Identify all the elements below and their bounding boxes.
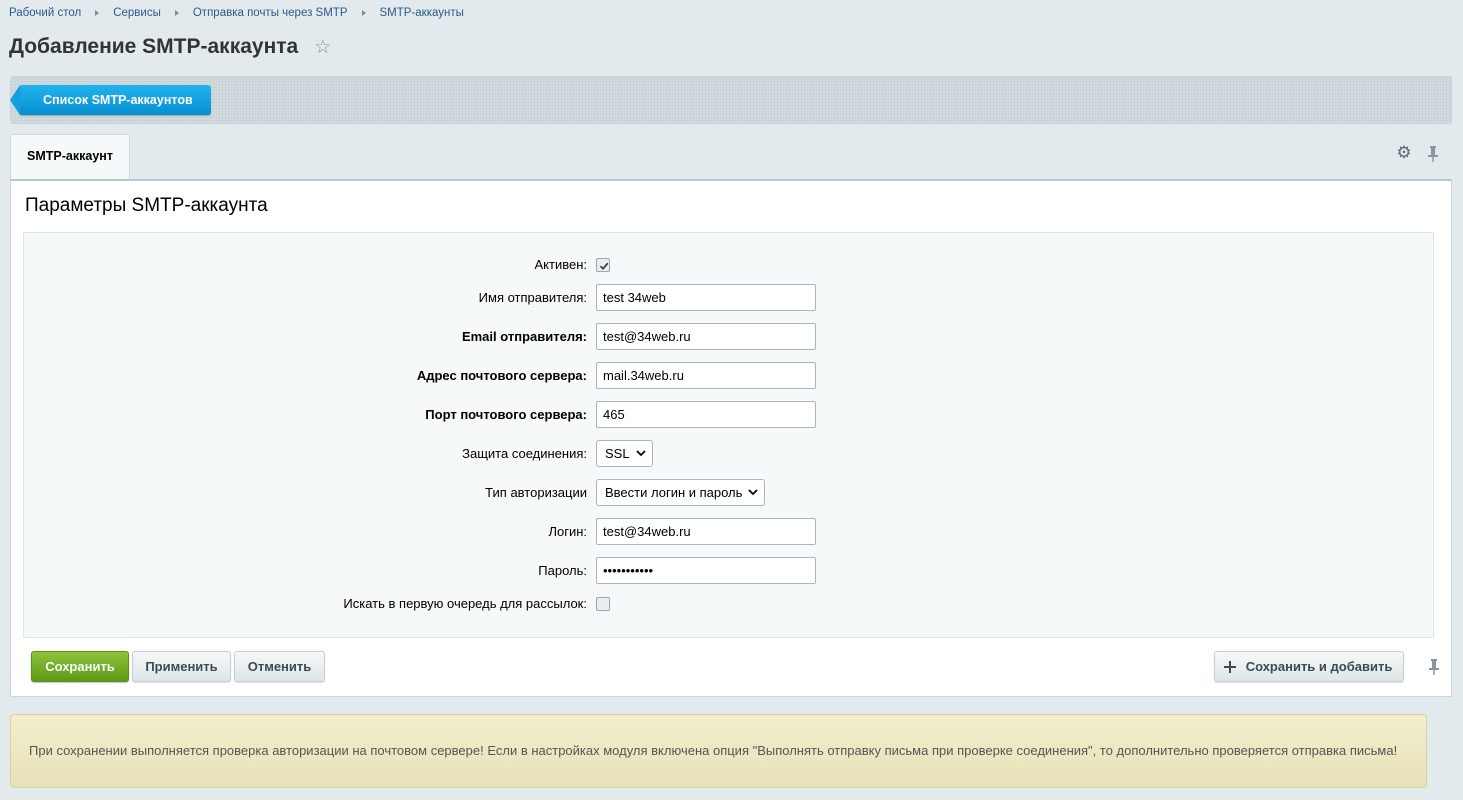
breadcrumb-separator-icon	[361, 10, 366, 16]
row-sender-name: Имя отправителя:	[24, 284, 1433, 312]
server-address-label: Адрес почтового сервера:	[416, 368, 587, 383]
sender-email-label: Email отправителя:	[461, 329, 587, 344]
notice-text: При сохранении выполняется проверка авто…	[29, 743, 1398, 758]
section-title: Параметры SMTP-аккаунта	[25, 195, 268, 216]
tabs-bar: SMTP-аккаунт ⚙	[10, 133, 1452, 180]
breadcrumb-item-smtp-sending[interactable]: Отправка почты через SMTP	[193, 7, 348, 19]
gear-icon[interactable]: ⚙	[1396, 144, 1412, 161]
server-port-input[interactable]	[596, 401, 816, 428]
pin-icon[interactable]	[1427, 658, 1441, 681]
active-checkbox[interactable]	[596, 258, 610, 272]
row-auth-type: Тип авторизации Ввести логин и пароль	[24, 479, 1433, 507]
security-select[interactable]: SSL	[596, 440, 653, 467]
tab-smtp-account[interactable]: SMTP-аккаунт	[10, 134, 130, 180]
breadcrumb-item-smtp-accounts[interactable]: SMTP-аккаунты	[380, 7, 464, 19]
server-port-label: Порт почтового сервера:	[425, 407, 587, 422]
row-active: Активен:	[24, 251, 1433, 279]
breadcrumb-separator-icon	[174, 10, 179, 16]
form-area: Активен: Имя отправителя: Email отправит…	[23, 232, 1434, 638]
active-label: Активен:	[534, 257, 587, 272]
context-toolbar: Список SMTP-аккаунтов	[10, 76, 1452, 124]
chevron-down-icon	[635, 450, 646, 457]
sender-name-input[interactable]	[596, 284, 816, 311]
breadcrumb-item-services[interactable]: Сервисы	[113, 7, 161, 19]
server-address-input[interactable]	[596, 362, 816, 389]
priority-label: Искать в первую очередь для рассылок:	[343, 596, 587, 611]
breadcrumb-separator-icon	[95, 10, 100, 16]
password-label: Пароль:	[538, 563, 587, 578]
save-button[interactable]: Сохранить	[31, 651, 129, 682]
password-input[interactable]	[596, 557, 816, 584]
form-buttons: Сохранить Применить Отменить Сохранить и…	[31, 651, 1441, 683]
plus-icon	[1224, 661, 1236, 673]
breadcrumb-item-desktop[interactable]: Рабочий стол	[9, 7, 81, 19]
edit-panel: Параметры SMTP-аккаунта Активен: Имя отп…	[10, 179, 1452, 697]
auth-type-select-value: Ввести логин и пароль	[605, 485, 743, 500]
notice-box: При сохранении выполняется проверка авто…	[10, 714, 1427, 788]
security-label: Защита соединения:	[462, 446, 587, 461]
priority-checkbox[interactable]	[596, 597, 610, 611]
save-and-add-label: Сохранить и добавить	[1245, 659, 1393, 674]
row-security: Защита соединения: SSL	[24, 440, 1433, 468]
auth-type-select[interactable]: Ввести логин и пароль	[596, 479, 766, 506]
cancel-button[interactable]: Отменить	[234, 651, 325, 682]
row-priority: Искать в первую очередь для рассылок:	[24, 590, 1433, 618]
row-sender-email: Email отправителя:	[24, 323, 1433, 351]
check-icon	[599, 262, 609, 270]
row-password: Пароль:	[24, 557, 1433, 585]
page-title-row: Добавление SMTP-аккаунта ☆	[9, 35, 331, 59]
apply-button[interactable]: Применить	[132, 651, 231, 682]
sender-email-input[interactable]	[596, 323, 816, 350]
security-select-value: SSL	[605, 446, 630, 461]
row-server-port: Порт почтового сервера:	[24, 401, 1433, 429]
save-and-add-button[interactable]: Сохранить и добавить	[1214, 651, 1404, 682]
row-login: Логин:	[24, 518, 1433, 546]
sender-name-label: Имя отправителя:	[478, 290, 587, 305]
row-server-address: Адрес почтового сервера:	[24, 362, 1433, 390]
chevron-down-icon	[748, 489, 759, 496]
breadcrumb: Рабочий стол Сервисы Отправка почты чере…	[9, 6, 464, 20]
auth-type-label: Тип авторизации	[485, 485, 587, 500]
pin-icon[interactable]	[1426, 145, 1442, 163]
login-input[interactable]	[596, 518, 816, 545]
star-icon[interactable]: ☆	[314, 36, 331, 59]
page-title: Добавление SMTP-аккаунта	[9, 35, 299, 58]
smtp-accounts-list-button[interactable]: Список SMTP-аккаунтов	[10, 85, 211, 115]
login-label: Логин:	[548, 524, 587, 539]
